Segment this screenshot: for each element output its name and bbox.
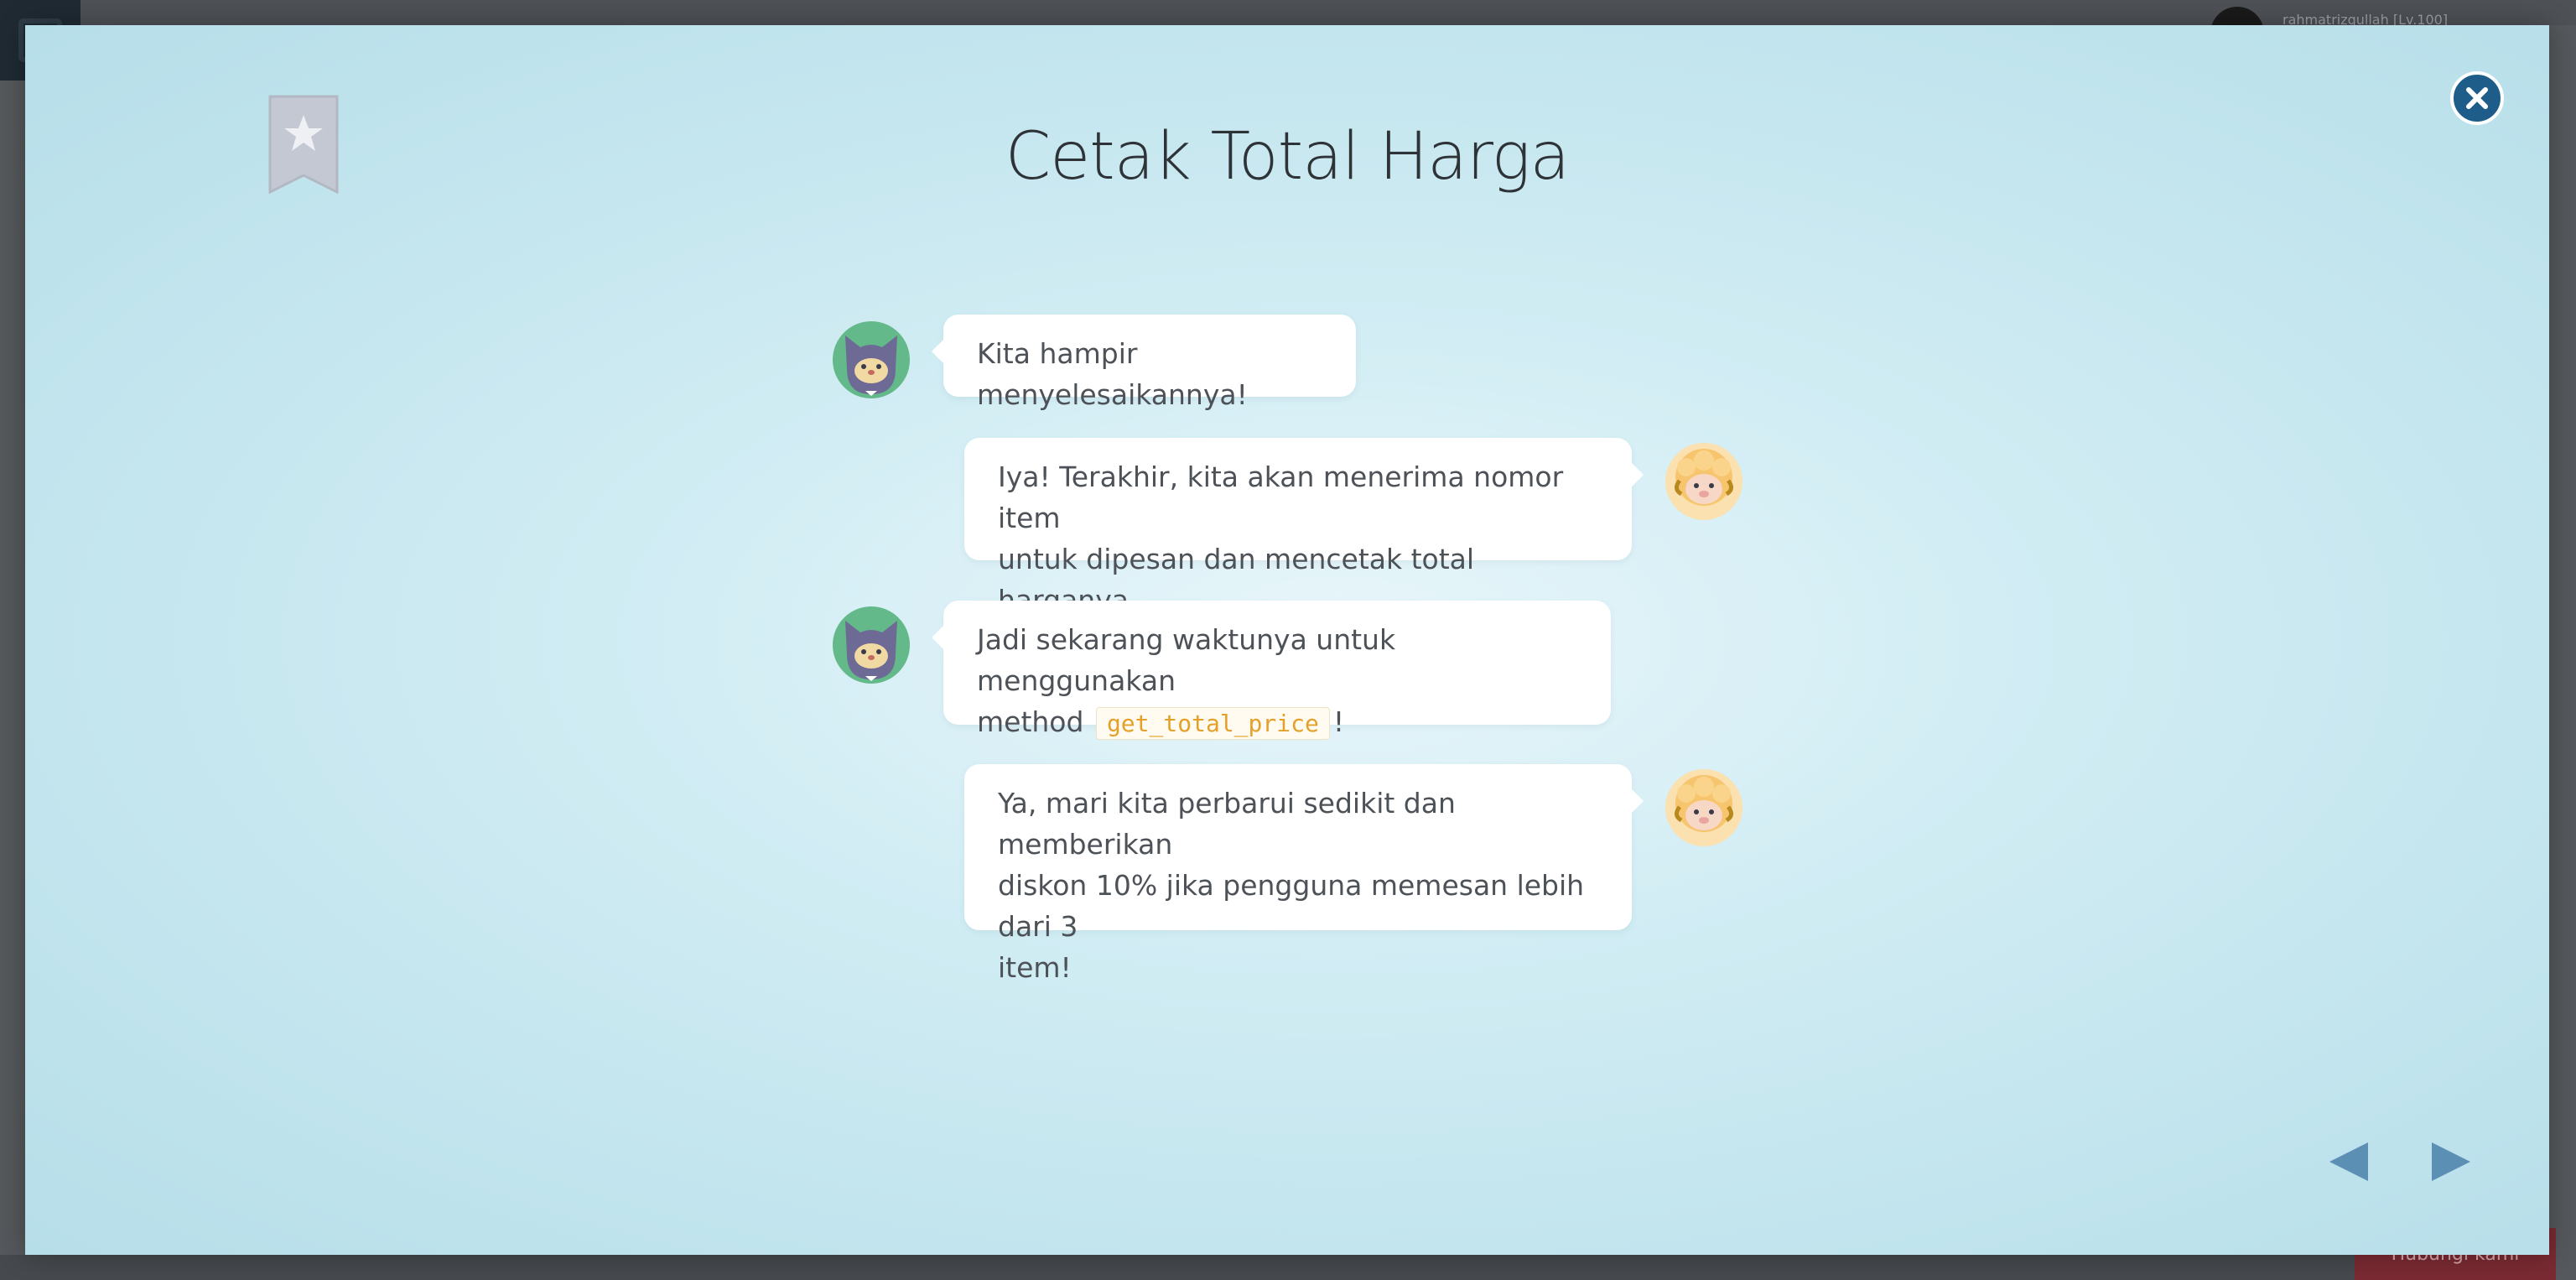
cat-avatar-icon <box>833 321 910 398</box>
chat-message-text: method <box>977 705 1084 738</box>
chat-message-line: method get_total_price! <box>977 701 1577 744</box>
triangle-right-icon <box>2432 1142 2470 1181</box>
chat-message-text: ! <box>1332 705 1345 738</box>
chat-message-line: Iya! Terakhir, kita akan menerima nomor … <box>998 460 1564 534</box>
close-icon <box>2466 87 2488 109</box>
sheep-avatar-icon <box>1665 443 1742 520</box>
chat-bubble-4: Ya, mari kita perbarui sedikit dan membe… <box>964 764 1644 984</box>
cat-avatar-icon <box>833 606 910 684</box>
next-button[interactable] <box>2428 1139 2474 1184</box>
chat-message-line: diskon 10% jika pengguna memesan lebih d… <box>998 869 1585 943</box>
triangle-left-icon <box>2329 1142 2368 1181</box>
bottom-strip <box>0 1255 2355 1280</box>
chat-bubble-3: Jadi sekarang waktunya untuk menggunakan… <box>932 601 1611 740</box>
slide-modal: Cetak Total Harga Kita hampir menyelesai… <box>25 25 2549 1255</box>
close-button[interactable] <box>2450 71 2504 125</box>
chat-message-line: Ya, mari kita perbarui sedikit dan membe… <box>998 787 1456 861</box>
top-bar <box>80 0 2576 25</box>
chat-message-text: Kita hampir menyelesaikannya! <box>977 337 1248 411</box>
chat-message-line: item! <box>998 951 1072 984</box>
sheep-avatar-icon <box>1665 769 1742 846</box>
code-snippet: get_total_price <box>1095 707 1330 740</box>
chat-bubble-2: Iya! Terakhir, kita akan menerima nomor … <box>964 438 1644 617</box>
page-title: Cetak Total Harga <box>1005 119 1571 195</box>
chat-bubble-1: Kita hampir menyelesaikannya! <box>932 315 1356 411</box>
prev-button[interactable] <box>2326 1139 2371 1184</box>
chat-message-line: Jadi sekarang waktunya untuk menggunakan <box>977 623 1396 697</box>
